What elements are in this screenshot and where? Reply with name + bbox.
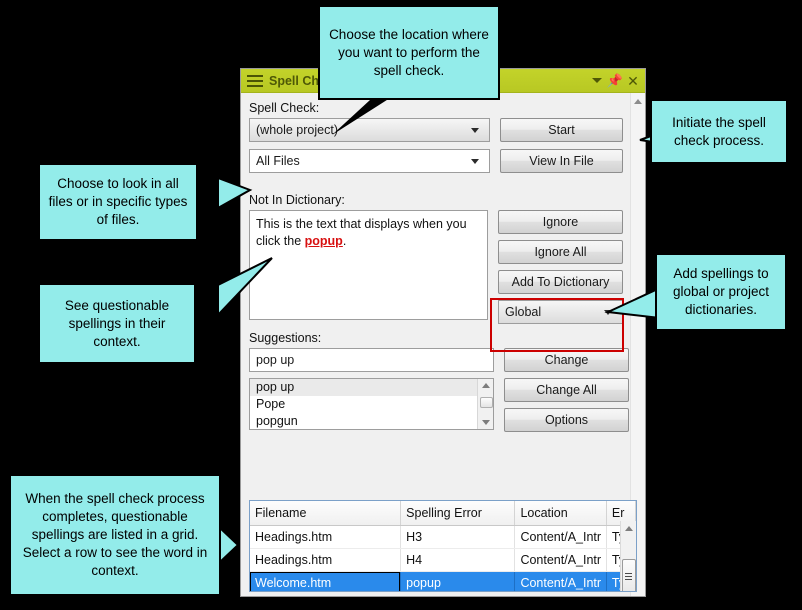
suggestion-listbox[interactable]: pop up Pope popgun	[249, 378, 494, 430]
table-row[interactable]: Headings.htm H4 Content/A_Intr Ty	[250, 548, 636, 572]
results-table: Filename Spelling Error Location Er Head…	[250, 501, 636, 591]
table-row[interactable]: Welcome.htm popup Content/A_Intr Ty	[250, 571, 636, 591]
chevron-down-icon	[471, 127, 479, 133]
dictionary-button-stack: Ignore Ignore All Add To Dictionary Glob…	[498, 210, 623, 324]
dictionary-scope-combobox[interactable]: Global	[498, 300, 623, 324]
scope-combobox-value: (whole project)	[256, 123, 338, 137]
dictionary-row: This is the text that displays when you …	[249, 210, 623, 324]
context-text-before: This is the text that displays when you …	[256, 217, 467, 248]
chevron-down-icon	[471, 158, 479, 164]
table-row[interactable]: Headings.htm H3 Content/A_Intr Ty	[250, 525, 636, 549]
context-text-after: .	[342, 234, 347, 248]
table-header-row: Filename Spelling Error Location Er	[250, 501, 636, 526]
cell-location: Content/A_Intr	[514, 571, 607, 591]
callout-location-text: Choose the location where you want to pe…	[329, 26, 489, 78]
ignore-button[interactable]: Ignore	[498, 210, 623, 234]
column-header-location[interactable]: Location	[514, 501, 607, 526]
list-item[interactable]: Pope	[250, 396, 493, 413]
suggestion-input-value: pop up	[256, 353, 295, 367]
pin-button[interactable]: 📌	[607, 72, 623, 90]
column-header-filename[interactable]: Filename	[250, 501, 402, 526]
results-grid[interactable]: Filename Spelling Error Location Er Head…	[249, 500, 637, 592]
dictionary-scope-value: Global	[505, 305, 542, 319]
dialog-client-area: Spell Check: (whole project) Start All F…	[241, 93, 645, 596]
spell-check-label: Spell Check:	[249, 101, 320, 115]
scroll-up-arrow-icon[interactable]	[634, 99, 642, 104]
change-all-button[interactable]: Change All	[504, 378, 629, 402]
callout-location: Choose the location where you want to pe…	[318, 5, 500, 100]
spell-check-dialog: Spell Check 📌 ✕ Spell Check: (whole proj…	[240, 68, 646, 597]
not-in-dictionary-label: Not In Dictionary:	[249, 193, 345, 207]
caret-down-icon	[592, 78, 602, 83]
close-button[interactable]: ✕	[625, 72, 641, 90]
list-item[interactable]: popgun	[250, 413, 493, 429]
grid-vertical-scrollbar[interactable]	[620, 521, 636, 591]
cell-filename: Headings.htm	[250, 525, 402, 549]
change-button[interactable]: Change	[504, 348, 629, 372]
context-textbox[interactable]: This is the text that displays when you …	[249, 210, 488, 320]
scroll-up-arrow-icon[interactable]	[625, 526, 633, 531]
suggestion-input[interactable]: pop up	[249, 348, 494, 372]
add-to-dictionary-button[interactable]: Add To Dictionary	[498, 270, 623, 294]
file-type-combo-wrapper: All Files	[249, 149, 490, 173]
scrollbar-thumb[interactable]	[480, 397, 493, 408]
callout-initiate: Initiate the spell check process.	[650, 99, 788, 164]
cell-filename: Welcome.htm	[250, 571, 402, 591]
pin-icon: 📌	[606, 73, 624, 88]
scope-row: (whole project) Start	[249, 118, 623, 142]
callout-all-files-text: Choose to look in all files or in specif…	[48, 176, 188, 227]
suggestions-scrollbar[interactable]	[477, 379, 493, 429]
start-button[interactable]: Start	[500, 118, 623, 142]
view-in-file-button[interactable]: View In File	[500, 149, 623, 173]
callout-grid-text: When the spell check process completes, …	[22, 491, 208, 578]
callout-all-files: Choose to look in all files or in specif…	[38, 163, 198, 241]
file-type-combobox[interactable]: All Files	[249, 149, 490, 173]
callout-dictionary-text: Add spellings to global or project dicti…	[672, 266, 770, 317]
misspelled-word: popup	[304, 234, 343, 248]
scroll-down-arrow-icon[interactable]	[482, 420, 490, 425]
file-type-row: All Files View In File	[249, 149, 623, 173]
options-button[interactable]: Options	[504, 408, 629, 432]
table-body: Headings.htm H3 Content/A_Intr Ty Headings.h…	[250, 525, 636, 591]
callout-dictionary: Add spellings to global or project dicti…	[655, 253, 787, 331]
window-menu-button[interactable]	[589, 72, 605, 90]
hamburger-icon[interactable]	[247, 74, 263, 87]
file-type-combobox-value: All Files	[256, 154, 300, 168]
ignore-all-button[interactable]: Ignore All	[498, 240, 623, 264]
suggestions-left: pop up pop up Pope popgun	[249, 348, 494, 432]
cell-location: Content/A_Intr	[514, 525, 607, 549]
callout-context: See questionable spellings in their cont…	[38, 283, 196, 364]
suggestions-label: Suggestions:	[249, 331, 322, 345]
list-item[interactable]: pop up	[250, 379, 493, 396]
close-icon: ✕	[627, 72, 639, 89]
suggestions-row: pop up pop up Pope popgun Change Change …	[249, 348, 629, 432]
scrollbar-thumb[interactable]	[622, 559, 636, 591]
cell-spelling-error: popup	[400, 571, 516, 591]
cell-filename: Headings.htm	[250, 548, 402, 572]
column-header-spelling-error[interactable]: Spelling Error	[400, 501, 516, 526]
callout-initiate-text: Initiate the spell check process.	[672, 114, 766, 148]
suggestion-button-stack: Change Change All Options	[504, 348, 629, 432]
scroll-up-arrow-icon[interactable]	[482, 383, 490, 388]
cell-location: Content/A_Intr	[514, 548, 607, 572]
scope-combo-wrapper: (whole project)	[249, 118, 490, 142]
scope-combobox[interactable]: (whole project)	[249, 118, 490, 142]
chevron-down-icon	[604, 309, 612, 315]
callout-context-text: See questionable spellings in their cont…	[64, 297, 170, 349]
cell-spelling-error: H3	[400, 525, 516, 549]
cell-spelling-error: H4	[400, 548, 516, 572]
callout-grid: When the spell check process completes, …	[9, 474, 221, 596]
pointer-grid	[219, 525, 240, 565]
